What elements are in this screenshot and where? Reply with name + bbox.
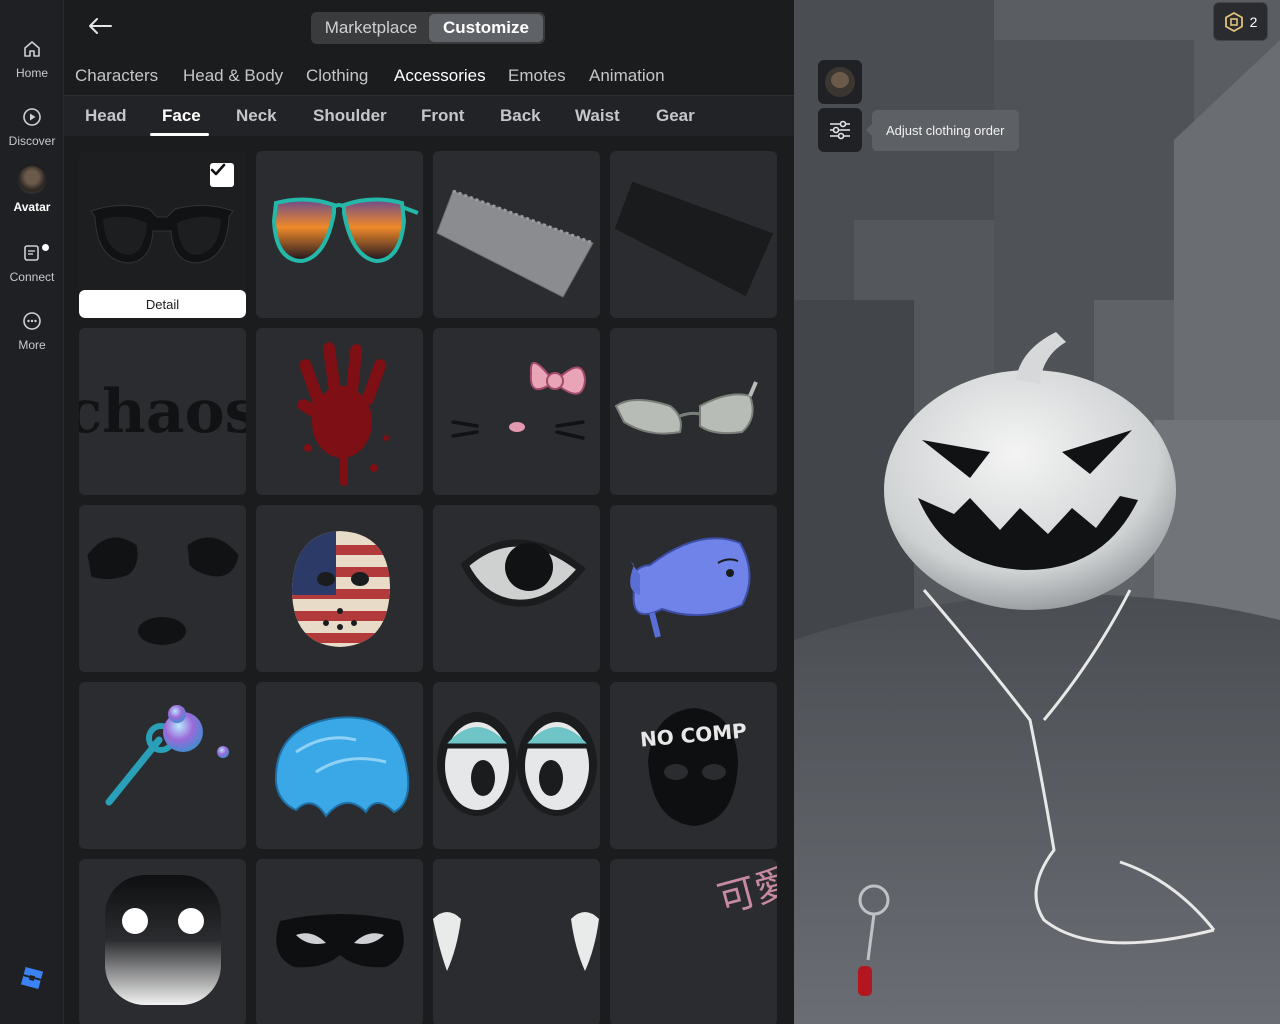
- black-tape-icon: [613, 180, 775, 298]
- customize-tab[interactable]: Customize: [429, 14, 543, 42]
- item-tile-black-eye-mask[interactable]: [256, 859, 423, 1024]
- nav-label-more: More: [18, 338, 46, 352]
- avatar-head-icon: [825, 67, 855, 97]
- item-tile-no-comp-mask[interactable]: NO COMP: [610, 682, 777, 849]
- mode-toggle: Marketplace Customize: [311, 12, 545, 44]
- subcategory-tabs: Head Face Neck Shoulder Front Back Waist…: [64, 96, 794, 136]
- item-tile-bloody-handprint[interactable]: [256, 328, 423, 495]
- item-tile-dog-ears-nose[interactable]: [79, 505, 246, 672]
- avatar-thumbnail: [18, 166, 46, 194]
- notification-dot: [42, 244, 49, 251]
- big-eye-icon: [460, 539, 587, 607]
- arrow-left-icon: [87, 16, 113, 41]
- item-tile-black-glasses[interactable]: Detail: [79, 151, 246, 318]
- robux-icon: [1224, 11, 1243, 32]
- preview-scene: [794, 0, 1280, 1024]
- subtab-gear[interactable]: Gear: [656, 106, 695, 126]
- category-tabs: Characters Head & Body Clothing Accessor…: [64, 56, 794, 96]
- sliders-icon: [830, 120, 850, 140]
- subtab-back[interactable]: Back: [500, 106, 541, 126]
- tab-emotes[interactable]: Emotes: [508, 66, 566, 86]
- item-tile-blue-hair[interactable]: [256, 682, 423, 849]
- bloody-handprint-icon: [297, 342, 389, 486]
- tab-accessories[interactable]: Accessories: [394, 66, 486, 86]
- checkmark-icon: [210, 163, 226, 176]
- chaos-text: chaos: [79, 377, 246, 447]
- nav-label-avatar: Avatar: [13, 200, 51, 214]
- subtab-shoulder[interactable]: Shoulder: [313, 106, 387, 126]
- play-circle-icon: [21, 106, 43, 128]
- item-tile-kitty-bow-face[interactable]: [433, 328, 600, 495]
- dog-ears-nose-icon: [86, 536, 240, 645]
- vampire-fangs-icon: [433, 912, 599, 971]
- avatar-editor-window: Home Discover Avatar Connect More Market…: [0, 0, 1280, 1024]
- item-tile-chaos-text[interactable]: chaos: [79, 328, 246, 495]
- more-dots-icon: [21, 310, 43, 332]
- outfit-thumbnail-button[interactable]: [818, 60, 862, 104]
- sport-sunglasses-icon: [614, 381, 758, 435]
- item-grid: Detail chaos NO COMP 可愛い: [79, 151, 779, 1024]
- subtab-waist[interactable]: Waist: [575, 106, 620, 126]
- item-tile-kawaii-text[interactable]: 可愛い: [610, 859, 777, 1024]
- roblox-logo-icon[interactable]: [20, 966, 44, 990]
- nav-label-discover: Discover: [8, 134, 56, 148]
- robux-balance-button[interactable]: 2: [1213, 2, 1268, 41]
- marketplace-tab[interactable]: Marketplace: [313, 14, 429, 42]
- avatar-preview-viewport[interactable]: Adjust clothing order 2: [794, 0, 1280, 1024]
- nav-label-connect: Connect: [9, 270, 55, 284]
- nav-item-connect[interactable]: Connect: [0, 238, 64, 302]
- blue-fish-icon: [630, 537, 751, 638]
- white-head-icon: [105, 875, 221, 1005]
- kawaii-text: 可愛い: [713, 859, 777, 922]
- subtab-face[interactable]: Face: [162, 106, 201, 126]
- subtab-neck[interactable]: Neck: [236, 106, 277, 126]
- bubble-wand-icon: [105, 705, 229, 806]
- blue-hair-icon: [274, 716, 410, 818]
- gray-tape-icon: [436, 189, 594, 298]
- item-tile-black-tape[interactable]: [610, 151, 777, 318]
- nav-item-more[interactable]: More: [0, 306, 64, 370]
- chat-icon: [21, 242, 43, 264]
- item-tile-sport-sunglasses[interactable]: [610, 328, 777, 495]
- no-comp-mask-icon: NO COMP: [639, 708, 748, 826]
- adjust-clothing-order-button[interactable]: [818, 108, 862, 152]
- item-tile-sleepy-eyes[interactable]: [433, 682, 600, 849]
- item-tile-gray-tape[interactable]: [433, 151, 600, 318]
- selected-tab-underline: [150, 133, 209, 136]
- left-navigation: Home Discover Avatar Connect More: [0, 0, 64, 1024]
- selected-checkmark[interactable]: [210, 163, 234, 187]
- top-bar: Marketplace Customize: [64, 0, 794, 56]
- tab-animation[interactable]: Animation: [589, 66, 665, 86]
- nav-item-discover[interactable]: Discover: [0, 102, 64, 166]
- item-tile-vampire-fangs[interactable]: [433, 859, 600, 1024]
- tab-characters[interactable]: Characters: [75, 66, 158, 86]
- item-tile-white-head[interactable]: [79, 859, 246, 1024]
- tab-head-body[interactable]: Head & Body: [183, 66, 283, 86]
- sleepy-eyes-icon: [437, 712, 597, 816]
- nav-label-home: Home: [15, 66, 48, 80]
- chaos-text-icon: chaos: [79, 377, 246, 447]
- tab-clothing[interactable]: Clothing: [306, 66, 368, 86]
- clothing-order-tooltip: Adjust clothing order: [866, 110, 1019, 151]
- subtab-front[interactable]: Front: [421, 106, 464, 126]
- kawaii-text-icon: 可愛い: [713, 859, 777, 922]
- item-tile-usa-hockey-mask[interactable]: [256, 505, 423, 672]
- black-eye-mask-icon: [276, 914, 404, 968]
- item-tile-bubble-wand[interactable]: [79, 682, 246, 849]
- subtab-head[interactable]: Head: [85, 106, 127, 126]
- catalog-panel: Marketplace Customize Characters Head & …: [64, 0, 794, 1024]
- item-tile-big-eye[interactable]: [433, 505, 600, 672]
- kitty-bow-face-icon: [451, 362, 587, 440]
- robux-count: 2: [1249, 13, 1258, 30]
- item-tile-aviator-sunglasses[interactable]: [256, 151, 423, 318]
- aviator-sunglasses-icon: [271, 197, 419, 264]
- detail-button[interactable]: Detail: [79, 290, 246, 318]
- home-icon: [21, 38, 43, 60]
- nav-item-avatar[interactable]: Avatar: [0, 166, 64, 230]
- nav-item-home[interactable]: Home: [0, 34, 64, 98]
- usa-hockey-mask-icon: [292, 531, 390, 647]
- item-tile-blue-fish[interactable]: [610, 505, 777, 672]
- back-button[interactable]: [86, 14, 114, 42]
